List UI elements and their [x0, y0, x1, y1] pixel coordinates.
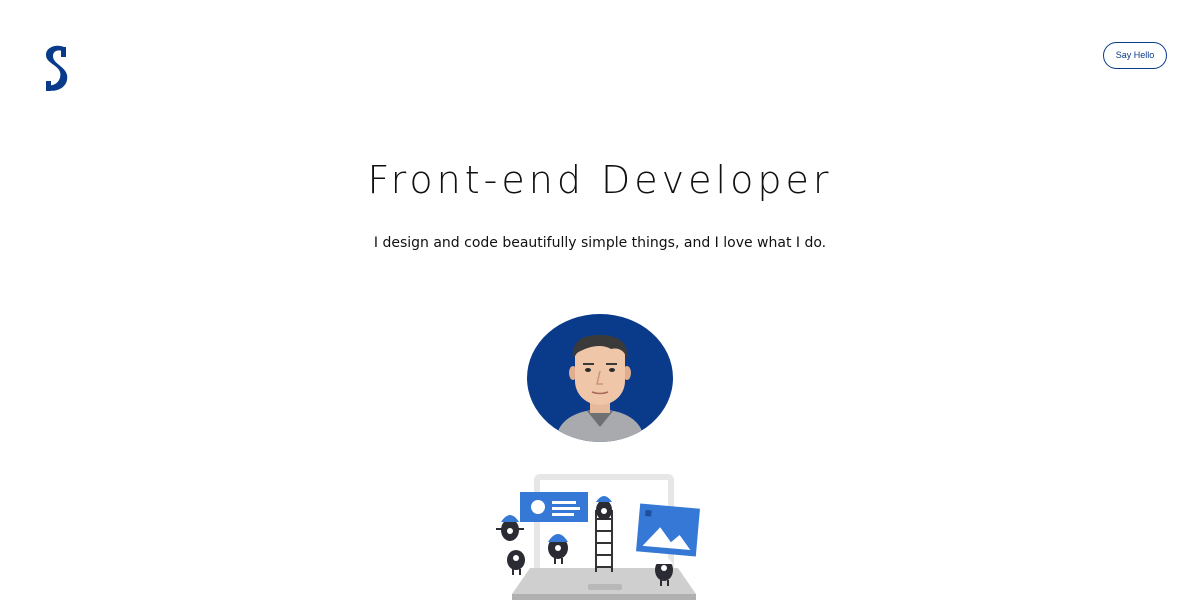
hero-subtitle: I design and code beautifully simple thi…: [373, 235, 827, 251]
page-title: Front-end Developer: [367, 158, 833, 202]
logo-link[interactable]: [40, 44, 74, 92]
say-hello-button[interactable]: Say Hello: [1103, 42, 1167, 69]
s-monogram-logo-icon: [46, 45, 68, 91]
laptop-illustration: [490, 470, 710, 600]
avatar: [525, 313, 675, 443]
page: Say Hello Front-end Developer I design a…: [0, 0, 1200, 600]
laptop-monsters-illustration-icon: [496, 474, 700, 600]
developer-portrait-avatar-icon: [527, 314, 673, 442]
